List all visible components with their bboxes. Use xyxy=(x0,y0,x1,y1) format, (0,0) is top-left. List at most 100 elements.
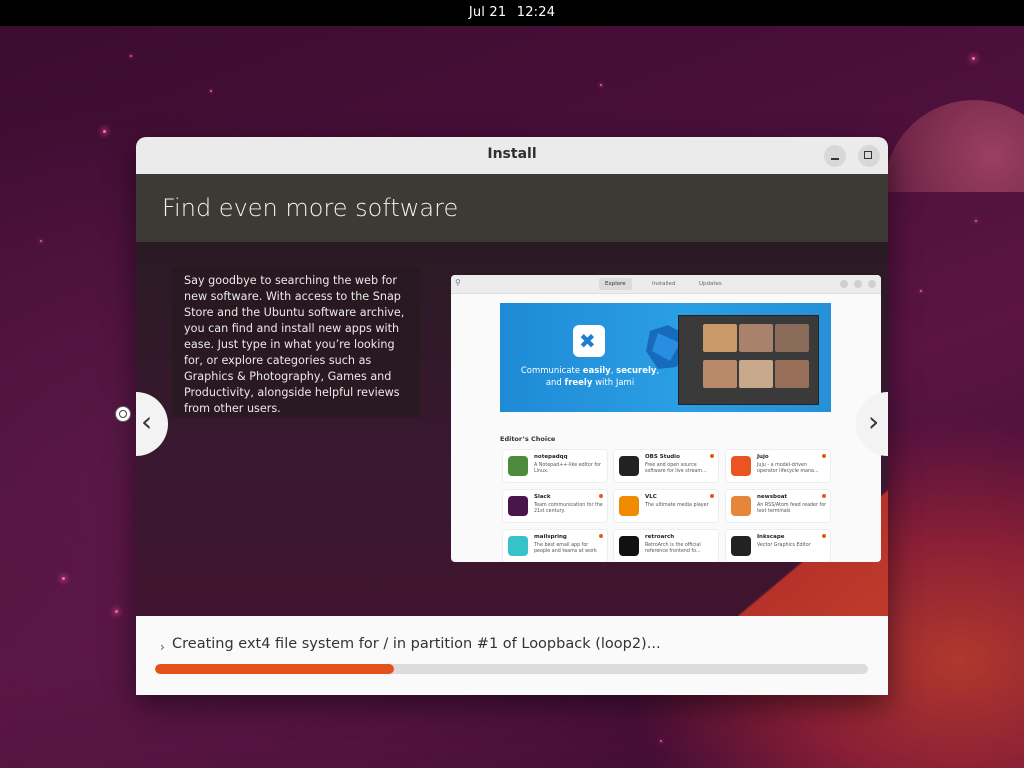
chevron-right-icon: › xyxy=(868,405,880,438)
mailspring-icon xyxy=(508,536,528,556)
details-expander-icon[interactable]: › xyxy=(160,640,165,654)
wallpaper-star xyxy=(103,130,106,133)
slack-icon xyxy=(508,496,528,516)
verified-badge-icon xyxy=(710,454,714,458)
top-bar: Jul 21 12:24 xyxy=(0,0,1024,26)
wallpaper-star xyxy=(40,240,42,242)
app-description: Team communication for the 21st century. xyxy=(534,503,603,514)
app-card: VLC The ultimate media player xyxy=(613,489,719,523)
app-card: OBS Studio Free and open source software… xyxy=(613,449,719,483)
app-card: Slack Team communication for the 21st ce… xyxy=(502,489,608,523)
participant-tile xyxy=(775,360,809,388)
slide-header: Find even more software xyxy=(136,174,888,242)
app-description: A Notepad++-like editor for Linux. xyxy=(534,463,601,474)
tab-explore: Explore xyxy=(599,278,632,290)
participant-tile xyxy=(739,324,773,352)
video-call-preview xyxy=(678,315,819,405)
jami-logo-icon: ✖ xyxy=(573,325,605,357)
verified-badge-icon xyxy=(822,454,826,458)
app-description: Juju - a model-driven operator lifecycle… xyxy=(757,463,819,474)
wallpaper-star xyxy=(975,220,977,222)
verified-badge-icon xyxy=(822,534,826,538)
featured-banner: ✖ Communicate easily, securely, and free… xyxy=(500,303,831,412)
minimize-icon xyxy=(831,158,839,160)
minimize-icon xyxy=(854,280,862,288)
app-name: Jujo xyxy=(757,454,769,460)
wallpaper-star xyxy=(130,55,132,57)
mouse-cursor-icon xyxy=(115,406,131,422)
wallpaper-star xyxy=(62,577,65,580)
software-center-screenshot: ⚲ Explore Installed Updates ✖ Communicat… xyxy=(451,275,881,562)
maximize-icon xyxy=(864,151,872,159)
wallpaper-star xyxy=(920,290,922,292)
app-name: retroarch xyxy=(645,534,675,540)
app-card: Jujo Juju - a model-driven operator life… xyxy=(725,449,831,483)
retroarch-icon xyxy=(619,536,639,556)
juju-icon xyxy=(731,456,751,476)
clock-date: Jul 21 xyxy=(468,5,507,20)
app-description: Free and open source software for live s… xyxy=(645,463,707,474)
tab-updates: Updates xyxy=(699,281,722,287)
app-name: notepadqq xyxy=(534,454,568,460)
progress-bar-fill xyxy=(155,664,394,674)
banner-text-bold: easily xyxy=(582,366,611,376)
app-description: An RSS/Atom feed reader for text termina… xyxy=(757,503,827,514)
wallpaper-star xyxy=(115,610,118,613)
obs-studio-icon xyxy=(619,456,639,476)
app-description: Vector Graphics Editor xyxy=(757,543,811,548)
app-name: OBS Studio xyxy=(645,454,680,460)
window-title: Install xyxy=(487,146,537,162)
app-description: The best email app for people and teams … xyxy=(534,543,597,554)
app-card: Inkscape Vector Graphics Editor xyxy=(725,529,831,562)
participant-tile xyxy=(775,324,809,352)
wallpaper-planet xyxy=(884,100,1024,192)
verified-badge-icon xyxy=(822,494,826,498)
banner-text-part: with Jami xyxy=(592,378,635,388)
search-icon: ⚲ xyxy=(455,278,461,287)
verified-badge-icon xyxy=(599,534,603,538)
progress-status-text: Creating ext4 file system for / in parti… xyxy=(172,636,661,652)
participant-tile xyxy=(703,360,737,388)
newsboat-icon xyxy=(731,496,751,516)
participant-tile xyxy=(739,360,773,388)
slide-description: Say goodbye to searching the web for new… xyxy=(172,267,420,417)
app-name: Inkscape xyxy=(757,534,785,540)
editors-choice-heading: Editor’s Choice xyxy=(500,435,556,443)
banner-text: Communicate easily, securely, and freely… xyxy=(520,365,660,389)
clock[interactable]: Jul 21 12:24 xyxy=(0,5,1024,20)
participant-tile xyxy=(703,324,737,352)
chevron-left-icon: ‹ xyxy=(141,405,153,438)
wallpaper-star xyxy=(600,84,602,86)
slide-title: Find even more software xyxy=(162,194,459,222)
vlc-icon xyxy=(619,496,639,516)
wallpaper-star xyxy=(660,740,662,742)
screenshot-headerbar: ⚲ Explore Installed Updates xyxy=(451,275,881,294)
app-name: VLC xyxy=(645,494,657,500)
maximize-button[interactable] xyxy=(858,145,880,167)
app-name: Slack xyxy=(534,494,551,500)
progress-area: › Creating ext4 file system for / in par… xyxy=(136,616,888,695)
app-name: newsboat xyxy=(757,494,788,500)
app-name: mailspring xyxy=(534,534,567,540)
banner-text-part: Communicate xyxy=(520,366,583,376)
wallpaper-star xyxy=(972,57,975,60)
app-description: RetroArch is the official reference fron… xyxy=(645,543,701,554)
clock-time: 12:24 xyxy=(516,5,556,20)
minimize-button[interactable] xyxy=(824,145,846,167)
wallpaper-star xyxy=(210,90,212,92)
progress-bar xyxy=(155,664,868,674)
app-description: The ultimate media player xyxy=(645,503,709,508)
inkscape-icon xyxy=(731,536,751,556)
window-titlebar[interactable]: Install xyxy=(136,137,888,175)
tab-installed: Installed xyxy=(652,281,676,287)
close-icon xyxy=(868,280,876,288)
notepadqq-icon xyxy=(508,456,528,476)
app-card: newsboat An RSS/Atom feed reader for tex… xyxy=(725,489,831,523)
app-card: mailspring The best email app for people… xyxy=(502,529,608,562)
verified-badge-icon xyxy=(710,494,714,498)
app-card: retroarch RetroArch is the official refe… xyxy=(613,529,719,562)
menu-icon xyxy=(840,280,848,288)
app-card: notepadqq A Notepad++-like editor for Li… xyxy=(502,449,608,483)
banner-text-bold: freely xyxy=(564,378,593,388)
verified-badge-icon xyxy=(599,494,603,498)
